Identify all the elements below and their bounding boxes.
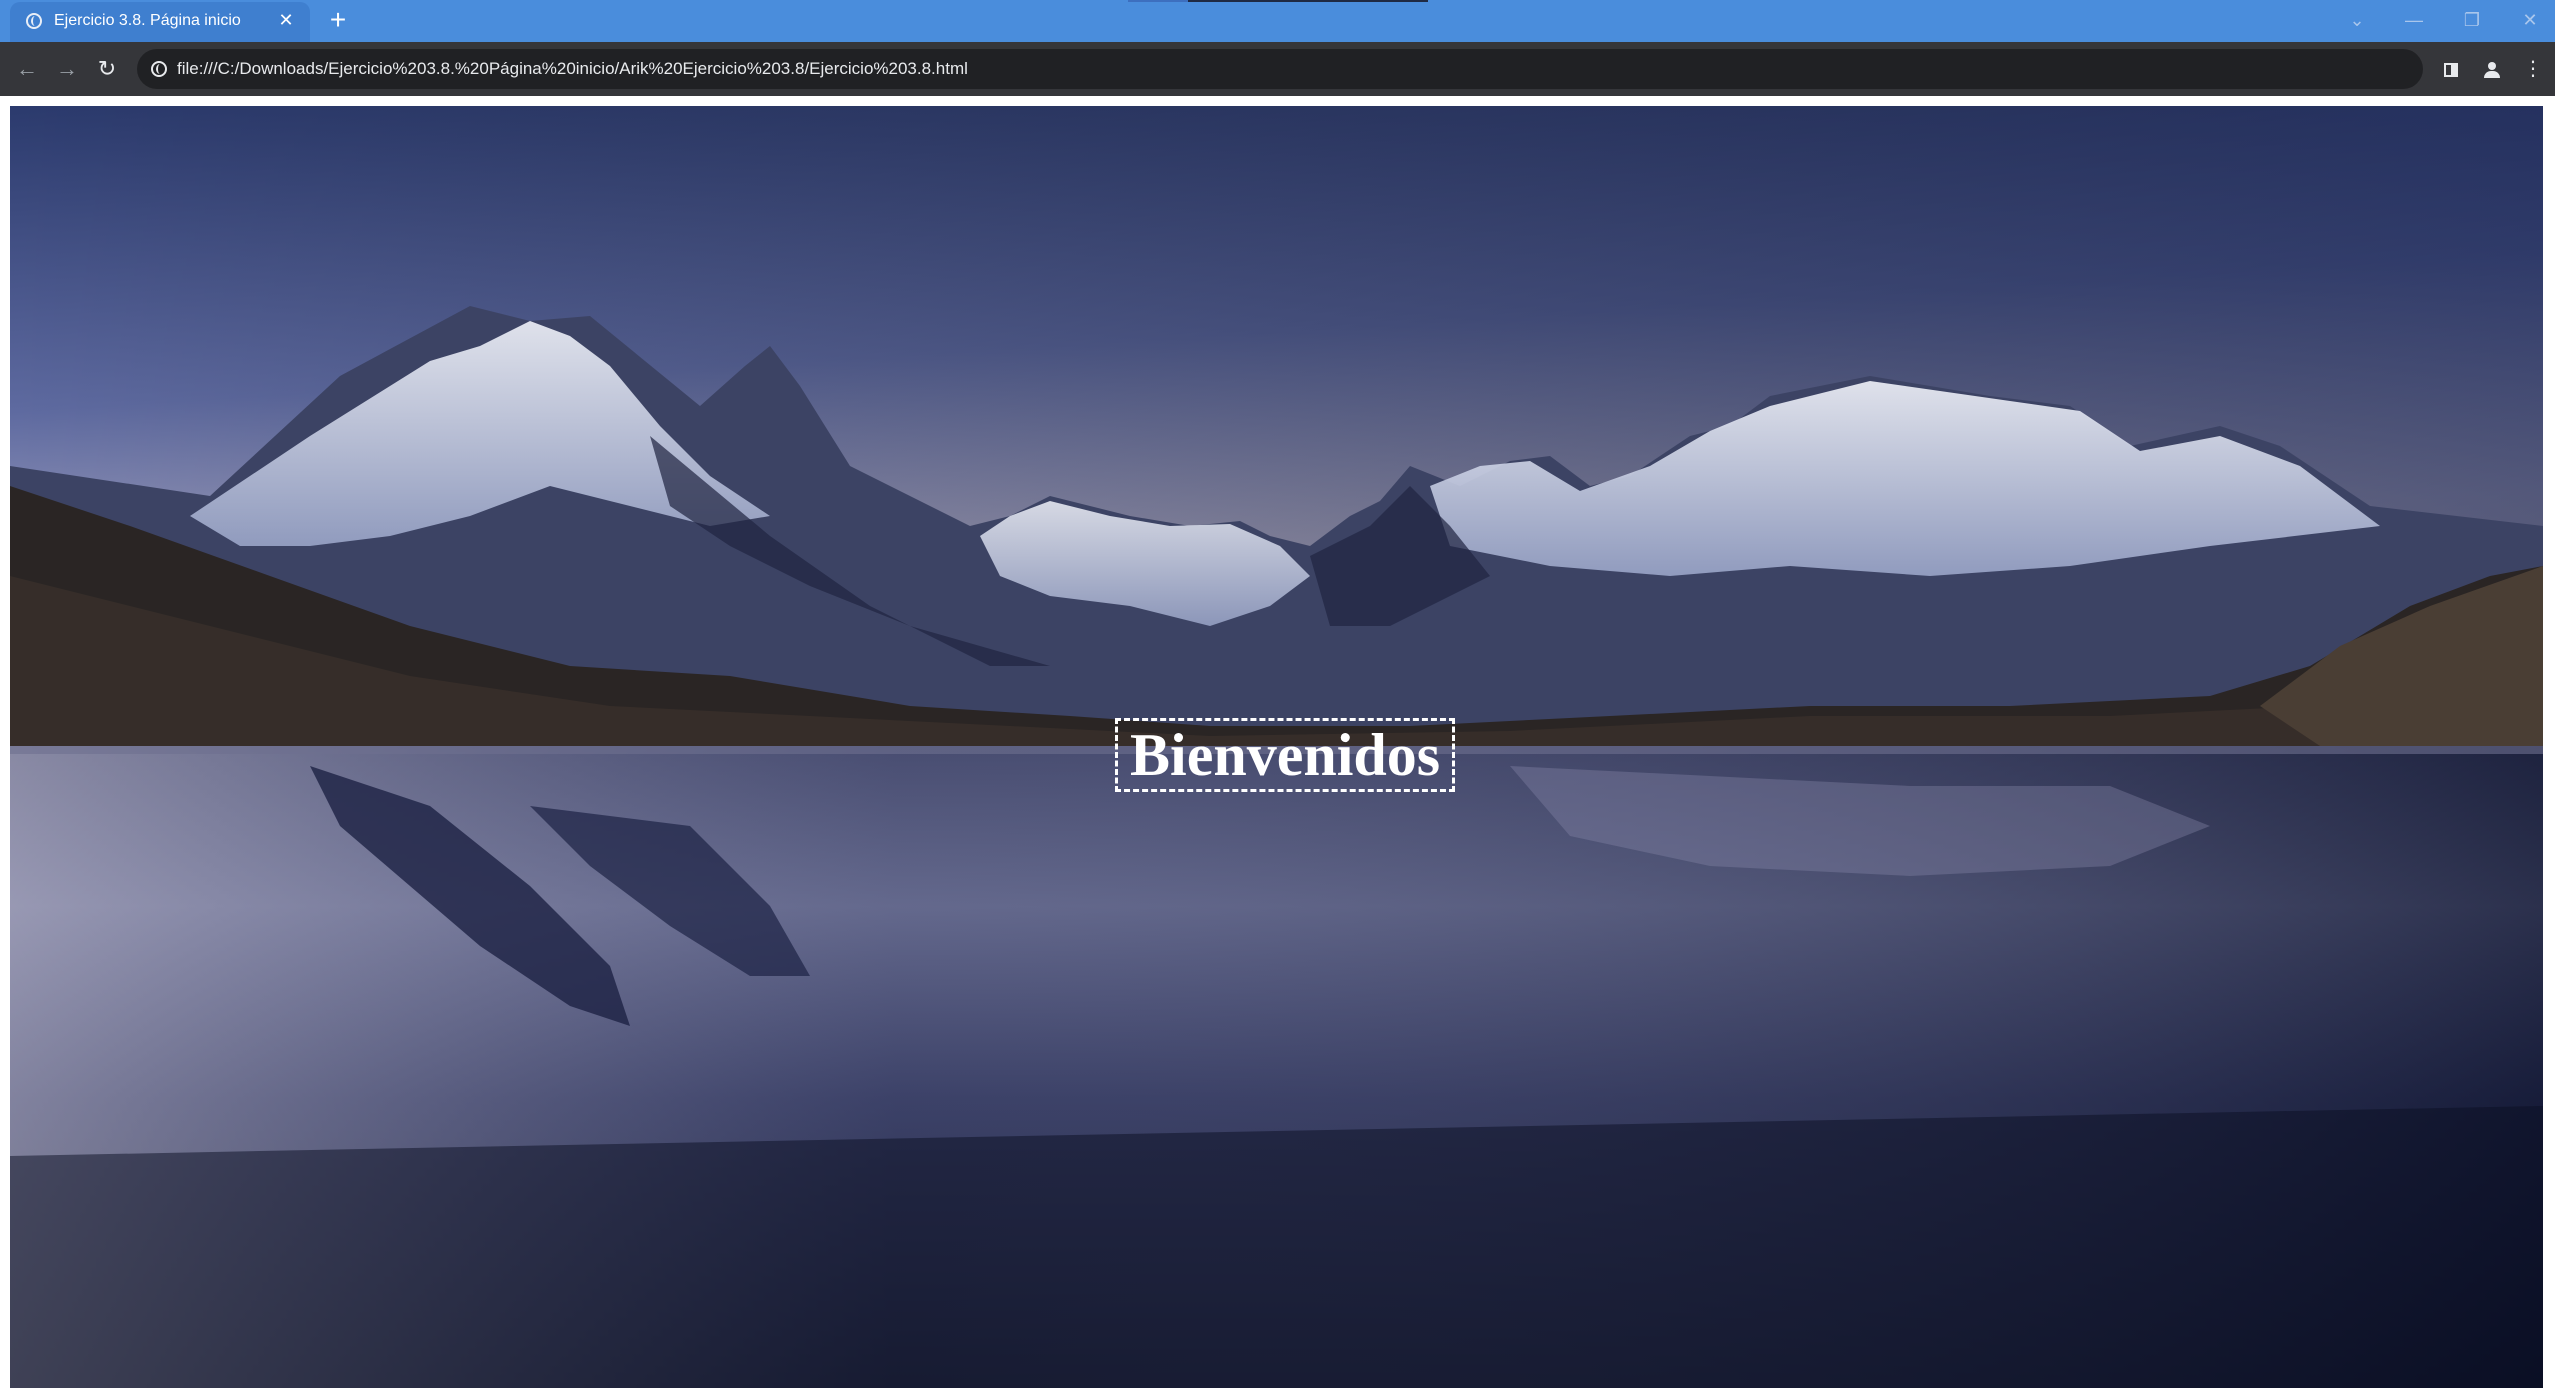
profile-icon[interactable] [2477,54,2507,84]
reload-button[interactable]: ↻ [92,54,122,84]
url-text[interactable]: file:///C:/Downloads/Ejercicio%203.8.%20… [177,59,968,79]
tab-strip: Ejercicio 3.8. Página inicio ✕ + ⌄ — ❐ ✕ [0,0,2555,42]
restore-button[interactable]: ❐ [2458,6,2486,34]
browser-toolbar: ← → ↻ file:///C:/Downloads/Ejercicio%203… [0,42,2555,96]
minimize-button[interactable]: — [2400,6,2428,34]
back-button[interactable]: ← [12,54,42,84]
tab-close-button[interactable]: ✕ [274,8,298,32]
page-viewport: Bienvenidos [0,96,2555,1390]
window-close-button[interactable]: ✕ [2516,6,2544,34]
side-panel-icon[interactable] [2436,54,2466,84]
tab-search-button[interactable]: ⌄ [2343,6,2371,34]
menu-button[interactable]: ⋮ [2518,54,2548,84]
tab-active[interactable]: Ejercicio 3.8. Página inicio ✕ [10,2,310,42]
address-bar[interactable]: file:///C:/Downloads/Ejercicio%203.8.%20… [137,49,2423,89]
site-info-icon[interactable] [151,61,167,77]
tab-strip-indicator [1128,0,1428,2]
tab-title: Ejercicio 3.8. Página inicio [54,12,241,29]
new-tab-button[interactable]: + [323,5,353,35]
globe-icon [26,13,42,29]
welcome-heading: Bienvenidos [1115,718,1456,792]
forward-button[interactable]: → [52,54,82,84]
